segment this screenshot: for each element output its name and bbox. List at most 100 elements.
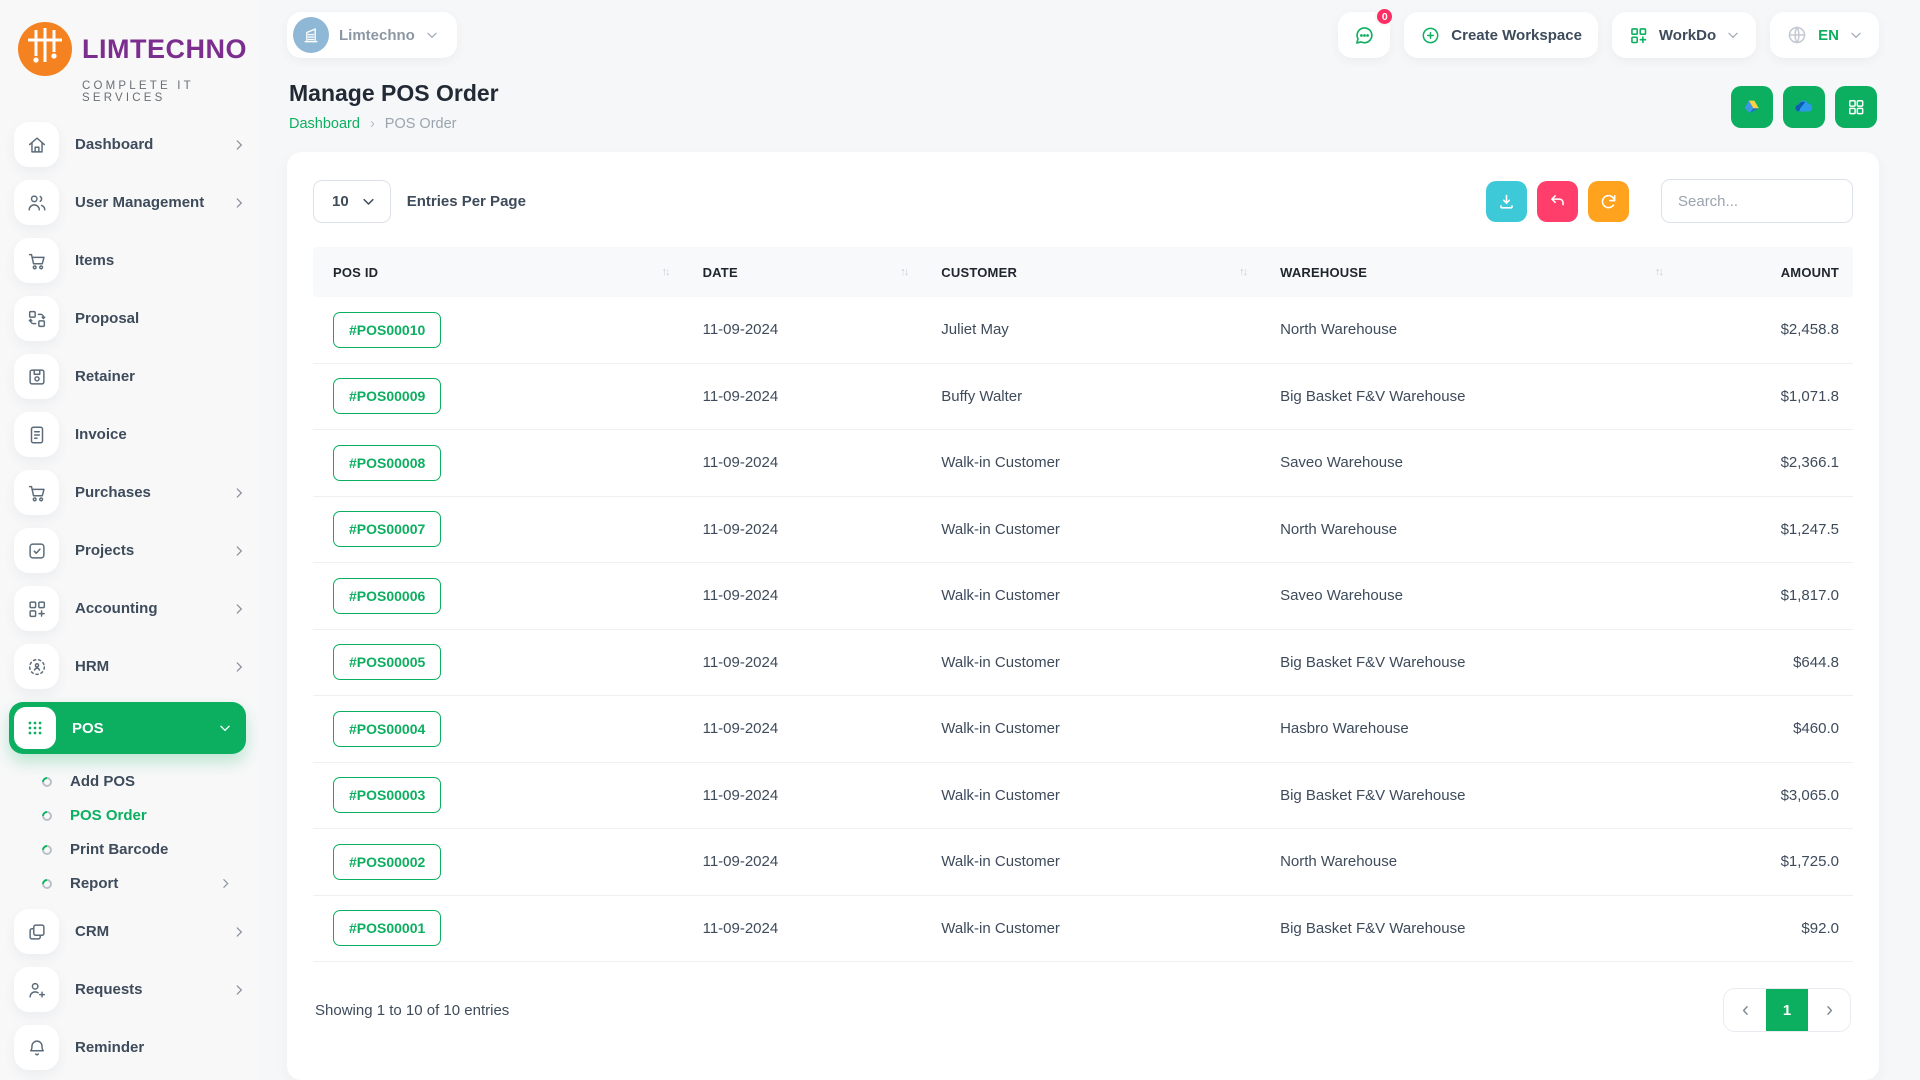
- pagination-prev-button[interactable]: [1724, 989, 1766, 1031]
- submenu-item-label: POS Order: [70, 807, 147, 824]
- pos-id-link[interactable]: #POS00008: [333, 444, 442, 481]
- column-header-warehouse: WAREHOUSE: [1280, 264, 1368, 280]
- submenu-item-pos-order[interactable]: POS Order: [39, 807, 232, 824]
- table-row: #POS00003 11-09-2024 Walk-in Customer Bi…: [313, 763, 1853, 829]
- pos-id-link[interactable]: #POS00007: [333, 511, 442, 548]
- chevron-right-icon: [232, 544, 246, 558]
- pos-id-link[interactable]: #POS00006: [333, 577, 442, 614]
- google-drive-button[interactable]: [1731, 86, 1773, 128]
- sidebar-item-purchases[interactable]: Purchases: [14, 470, 246, 515]
- sidebar-item-user-management[interactable]: User Management: [14, 180, 246, 225]
- chevron-right-icon: [232, 660, 246, 674]
- chevron-right-icon: [232, 602, 246, 616]
- sidebar-item-accounting[interactable]: Accounting: [14, 586, 246, 631]
- users-icon: [14, 180, 59, 225]
- plus-circle-icon: [1420, 25, 1441, 46]
- amount-cell: $2,366.1: [1780, 454, 1839, 472]
- workspace-selector[interactable]: Limtechno: [287, 12, 457, 58]
- grid-plus-icon: [14, 586, 59, 631]
- warehouse-cell: Big Basket F&V Warehouse: [1280, 919, 1466, 937]
- pos-id-link[interactable]: #POS00009: [333, 378, 442, 415]
- brand-logo[interactable]: LIMTECHNO COMPLETE IT SERVICES: [14, 14, 260, 122]
- sidebar-item-label: Invoice: [75, 426, 127, 443]
- onedrive-button[interactable]: [1783, 86, 1825, 128]
- workdo-menu-button[interactable]: WorkDo: [1611, 12, 1757, 58]
- chevron-down-icon: [218, 721, 232, 735]
- sidebar-item-label: Purchases: [75, 484, 151, 501]
- sidebar-item-items[interactable]: Items: [14, 238, 246, 283]
- topbar-actions: 0 Create Workspace WorkDo EN: [1338, 7, 1879, 58]
- pos-id-link[interactable]: #POS00001: [333, 910, 442, 947]
- customer-cell: Walk-in Customer: [941, 720, 1060, 738]
- sidebar-item-proposal[interactable]: Proposal: [14, 296, 246, 341]
- cart-icon: [14, 238, 59, 283]
- amount-cell: $3,065.0: [1780, 786, 1839, 804]
- pagination-page-1-button[interactable]: 1: [1766, 989, 1808, 1031]
- globe-icon: [1786, 24, 1808, 46]
- pagination-next-button[interactable]: [1808, 989, 1850, 1031]
- refresh-button[interactable]: [1588, 180, 1629, 222]
- sidebar-item-label: Dashboard: [75, 136, 154, 153]
- submenu-item-label: Print Barcode: [70, 841, 169, 858]
- sidebar-item-dashboard[interactable]: Dashboard: [14, 122, 246, 167]
- pos-id-link[interactable]: #POS00010: [333, 311, 442, 348]
- bell-icon: [14, 1025, 59, 1070]
- topbar: Limtechno 0 Create Workspace WorkDo EN: [287, 0, 1879, 62]
- pos-id-link[interactable]: #POS00004: [333, 710, 442, 747]
- grid-icon: [1846, 97, 1866, 117]
- search-input[interactable]: [1661, 179, 1853, 223]
- sidebar-item-reminder[interactable]: Reminder: [14, 1025, 246, 1070]
- table-row: #POS00007 11-09-2024 Walk-in Customer No…: [313, 497, 1853, 563]
- sidebar-item-retainer[interactable]: Retainer: [14, 354, 246, 399]
- refresh-icon: [1599, 192, 1618, 211]
- language-selector[interactable]: EN: [1770, 12, 1879, 58]
- page-header-actions: [1731, 86, 1877, 128]
- breadcrumb-current: POS Order: [384, 116, 457, 132]
- sort-icon[interactable]: ↑↓: [900, 266, 909, 278]
- messages-button[interactable]: 0: [1338, 7, 1395, 58]
- customer-cell: Walk-in Customer: [941, 454, 1060, 472]
- warehouse-cell: Saveo Warehouse: [1280, 454, 1403, 472]
- sidebar-item-invoice[interactable]: Invoice: [14, 412, 246, 457]
- submenu-item-report[interactable]: Report: [39, 875, 232, 892]
- sidebar-item-pos[interactable]: POS: [9, 702, 246, 754]
- sidebar-item-requests[interactable]: Requests: [14, 967, 246, 1012]
- table-row: #POS00002 11-09-2024 Walk-in Customer No…: [313, 829, 1853, 896]
- pos-id-link[interactable]: #POS00005: [333, 644, 442, 681]
- create-workspace-button[interactable]: Create Workspace: [1404, 12, 1598, 58]
- pos-id-link[interactable]: #POS00003: [333, 777, 442, 814]
- sort-icon[interactable]: ↑↓: [1655, 266, 1664, 278]
- column-header-amount: AMOUNT: [1780, 264, 1839, 280]
- sort-icon[interactable]: ↑↓: [1239, 266, 1248, 278]
- user-plus-icon: [14, 967, 59, 1012]
- sidebar-item-projects[interactable]: Projects: [14, 528, 246, 573]
- sidebar: LIMTECHNO COMPLETE IT SERVICES Dashboard…: [0, 0, 260, 1080]
- amount-cell: $92.0: [1801, 919, 1839, 937]
- sidebar-item-label: Items: [75, 252, 115, 269]
- brand-name: LIMTECHNO: [82, 33, 247, 64]
- pos-id-link[interactable]: #POS00002: [333, 843, 442, 880]
- onedrive-icon: [1792, 95, 1816, 119]
- entries-per-page-select[interactable]: 10: [313, 179, 391, 223]
- sidebar-item-crm[interactable]: CRM: [14, 909, 246, 954]
- chevron-down-icon: [361, 194, 376, 209]
- breadcrumb-dashboard-link[interactable]: Dashboard: [289, 116, 360, 132]
- submenu-item-add-pos[interactable]: Add POS: [39, 773, 232, 790]
- bullet-icon: [39, 876, 55, 891]
- undo-button[interactable]: [1537, 180, 1578, 222]
- copy-box-icon: [14, 909, 59, 954]
- sort-icon[interactable]: ↑↓: [662, 266, 671, 278]
- grid-view-button[interactable]: [1835, 86, 1877, 128]
- sidebar-item-label: HRM: [75, 658, 110, 675]
- undo-icon: [1548, 192, 1567, 211]
- chevron-right-icon: [219, 877, 232, 890]
- sidebar-item-hrm[interactable]: HRM: [14, 644, 246, 689]
- table-row: #POS00004 11-09-2024 Walk-in Customer Ha…: [313, 696, 1853, 763]
- export-button[interactable]: [1486, 180, 1527, 222]
- submenu-item-print-barcode[interactable]: Print Barcode: [39, 841, 232, 858]
- sidebar-item-label: Reminder: [75, 1039, 145, 1056]
- amount-cell: $1,725.0: [1780, 853, 1839, 871]
- main-content: Limtechno 0 Create Workspace WorkDo EN M…: [260, 0, 1920, 1080]
- bullet-icon: [39, 808, 55, 823]
- customer-cell: Walk-in Customer: [941, 520, 1060, 538]
